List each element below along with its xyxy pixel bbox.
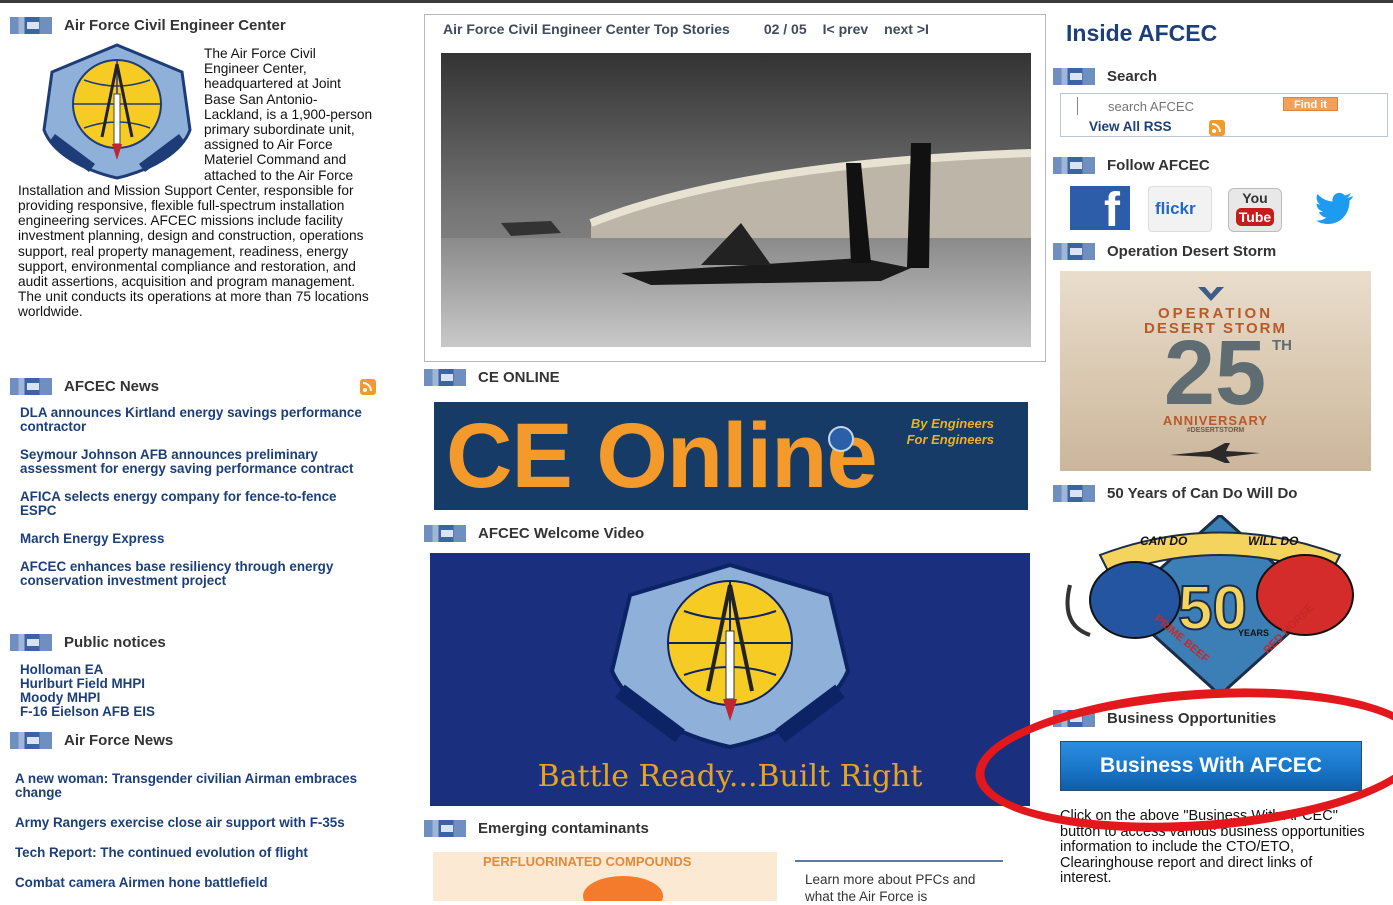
desert-storm-heading: Operation Desert Storm	[1107, 242, 1277, 260]
pfc-image[interactable]: PERFLUORINATED COMPOUNDS	[433, 852, 777, 901]
prev-story-link[interactable]: I< prev	[823, 21, 869, 37]
flag-icon	[424, 819, 466, 837]
notice-link[interactable]: F-16 Eielson AFB EIS	[20, 705, 375, 719]
air-force-news-heading: Air Force News	[64, 731, 174, 749]
search-header: Search	[1053, 65, 1157, 87]
flag-icon	[10, 731, 52, 749]
ce-online-header: CE ONLINE	[424, 366, 560, 388]
flag-icon	[1053, 242, 1095, 260]
tagline-1: By Engineers	[910, 416, 994, 431]
fifty-label: 50	[1177, 573, 1248, 644]
afcec-seal-icon	[609, 562, 851, 750]
facebook-glyph: f	[1104, 184, 1120, 237]
af-news-link[interactable]: Tech Report: The continued evolution of …	[15, 846, 375, 860]
desert-storm-banner[interactable]: OPERATION DESERT STORM 25 TH ANNIVERSARY…	[1060, 271, 1371, 471]
twitter-icon[interactable]	[1316, 192, 1354, 224]
af-news-link[interactable]: A new woman: Transgender civilian Airman…	[15, 772, 375, 800]
facebook-icon[interactable]: f	[1070, 186, 1130, 236]
flag-icon	[424, 368, 466, 386]
flag-icon	[1053, 484, 1095, 502]
notice-link[interactable]: Hurlburt Field MHPI	[20, 677, 375, 691]
news-link[interactable]: AFCEC enhances base resiliency through e…	[20, 560, 375, 588]
tagline-2: For Engineers	[906, 432, 994, 447]
view-all-rss-label: View All RSS	[1089, 119, 1172, 134]
public-notices-list: Holloman EA Hurlburt Field MHPI Moody MH…	[20, 663, 375, 719]
search-box: Find it View All RSS	[1060, 93, 1388, 137]
about-header: Air Force Civil Engineer Center	[10, 14, 286, 36]
pfc-image-title: PERFLUORINATED COMPOUNDS	[483, 854, 692, 869]
ce-online-heading: CE ONLINE	[478, 368, 560, 386]
next-story-link[interactable]: next >I	[884, 21, 929, 37]
follow-heading: Follow AFCEC	[1107, 156, 1210, 174]
can-do-logo[interactable]: CAN DO WILL DO 50 YEARS PRIME BEEF RED H…	[1060, 515, 1380, 695]
follow-header: Follow AFCEC	[1053, 154, 1210, 176]
ds-suffix: TH	[1272, 337, 1292, 354]
youtube-icon[interactable]: You Tube	[1228, 188, 1282, 232]
flag-icon	[10, 16, 52, 34]
can-do-label: CAN DO	[1140, 534, 1188, 548]
notice-link[interactable]: Holloman EA	[20, 663, 375, 677]
can-do-heading: 50 Years of Can Do Will Do	[1107, 484, 1298, 502]
flag-icon	[1053, 156, 1095, 174]
flickr-glyph: flickr	[1155, 199, 1196, 218]
youtube-tube: Tube	[1236, 208, 1274, 226]
public-notices-heading: Public notices	[64, 633, 166, 651]
inside-afcec-title: Inside AFCEC	[1066, 20, 1218, 46]
top-stories-bar: Air Force Civil Engineer Center Top Stor…	[425, 15, 1045, 43]
notice-link[interactable]: Moody MHPI	[20, 691, 375, 705]
afcec-news-header: AFCEC News	[10, 375, 159, 397]
search-input[interactable]	[1077, 97, 1310, 115]
will-do-label: WILL DO	[1248, 534, 1299, 548]
flickr-icon[interactable]: flickr	[1148, 186, 1212, 232]
ds-number: 25	[1163, 322, 1267, 424]
divider	[795, 860, 1003, 862]
about-text-block: The Air Force Civil Engineer Center, hea…	[18, 46, 374, 320]
afcec-news-list: DLA announces Kirtland energy savings pe…	[20, 406, 375, 588]
af-news-link[interactable]: Army Rangers exercise close air support …	[15, 816, 375, 830]
ds-anniversary: ANNIVERSARY	[1162, 413, 1269, 428]
top-stories-panel: Air Force Civil Engineer Center Top Stor…	[424, 14, 1046, 362]
af-wings-icon	[1198, 287, 1224, 301]
top-story-photo[interactable]	[441, 53, 1031, 347]
contaminants-heading: Emerging contaminants	[478, 819, 649, 837]
youtube-you: You	[1242, 190, 1268, 206]
flag-icon	[1053, 67, 1095, 85]
welcome-video-heading: AFCEC Welcome Video	[478, 524, 645, 542]
flag-icon	[10, 633, 52, 651]
top-stories-title: Air Force Civil Engineer Center Top Stor…	[443, 21, 730, 37]
jet-icon	[1170, 443, 1260, 463]
story-counter: 02 / 05	[763, 21, 807, 37]
desert-storm-header: Operation Desert Storm	[1053, 240, 1276, 262]
top-border	[0, 0, 1393, 3]
search-heading: Search	[1107, 67, 1158, 85]
ce-online-banner-text: CE Online	[446, 405, 878, 507]
fish-icon	[583, 876, 663, 901]
flag-icon	[424, 524, 466, 542]
air-force-news-header: Air Force News	[10, 729, 173, 751]
rss-icon[interactable]	[360, 379, 376, 395]
ce-online-banner[interactable]: CE Online By Engineers For Engineers	[434, 402, 1028, 510]
can-do-header: 50 Years of Can Do Will Do	[1053, 482, 1297, 504]
contaminants-header: Emerging contaminants	[424, 817, 649, 839]
news-link[interactable]: March Energy Express	[20, 532, 375, 546]
afcec-news-heading: AFCEC News	[64, 377, 160, 395]
view-all-rss-link[interactable]: View All RSS	[1089, 119, 1172, 134]
news-link[interactable]: AFICA selects energy company for fence-t…	[20, 490, 375, 518]
air-force-news-list: A new woman: Transgender civilian Airman…	[15, 772, 375, 890]
news-link[interactable]: DLA announces Kirtland energy savings pe…	[20, 406, 375, 434]
flag-icon	[10, 377, 52, 395]
af-emblem-icon	[828, 426, 854, 452]
public-notices-header: Public notices	[10, 631, 166, 653]
welcome-video-player[interactable]: Battle Ready...Built Right	[430, 553, 1030, 806]
rss-icon[interactable]	[1209, 120, 1225, 136]
about-heading: Air Force Civil Engineer Center	[64, 16, 286, 34]
news-link[interactable]: Seymour Johnson AFB announces preliminar…	[20, 448, 375, 476]
video-caption: Battle Ready...Built Right	[537, 759, 923, 794]
af-news-link[interactable]: Combat camera Airmen hone battlefield	[15, 876, 375, 890]
welcome-video-header: AFCEC Welcome Video	[424, 522, 644, 544]
years-label: YEARS	[1238, 628, 1270, 638]
find-it-button[interactable]: Find it	[1283, 97, 1338, 111]
pfc-learn-more-text: Learn more about PFCs and what the Air F…	[805, 872, 976, 904]
ds-hashtag: #DESERTSTORM	[1186, 427, 1245, 434]
